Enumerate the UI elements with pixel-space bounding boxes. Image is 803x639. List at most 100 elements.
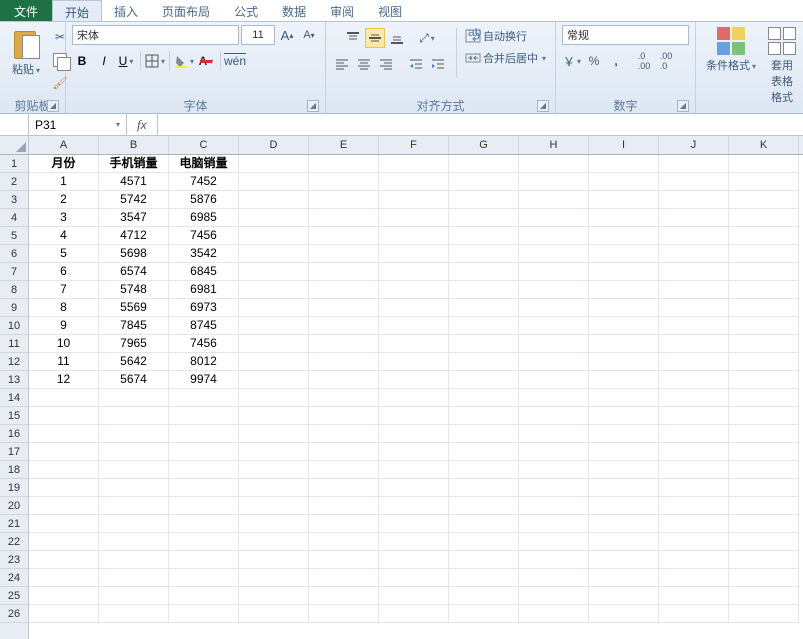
cell[interactable]: 3542 (169, 245, 239, 263)
cell[interactable]: 9 (29, 317, 99, 335)
cell[interactable] (99, 605, 169, 623)
cell[interactable] (29, 533, 99, 551)
cell[interactable] (379, 497, 449, 515)
cell[interactable] (239, 425, 309, 443)
cell[interactable] (309, 551, 379, 569)
cell[interactable]: 6574 (99, 263, 169, 281)
cell[interactable] (29, 605, 99, 623)
decrease-indent-button[interactable] (406, 54, 426, 74)
cell[interactable]: 4 (29, 227, 99, 245)
cell[interactable] (449, 407, 519, 425)
cell[interactable] (589, 407, 659, 425)
cell[interactable] (309, 263, 379, 281)
cell[interactable]: 11 (29, 353, 99, 371)
cell[interactable]: 6845 (169, 263, 239, 281)
cell[interactable]: 6973 (169, 299, 239, 317)
cell[interactable] (239, 443, 309, 461)
cell[interactable] (379, 461, 449, 479)
align-dialog-launcher[interactable]: ◢ (537, 100, 549, 112)
cell[interactable]: 1 (29, 173, 99, 191)
cell[interactable] (239, 245, 309, 263)
column-header[interactable]: D (239, 136, 309, 154)
cell[interactable]: 7456 (169, 335, 239, 353)
align-top-button[interactable] (343, 28, 363, 48)
cell[interactable] (519, 173, 589, 191)
cell[interactable] (729, 479, 799, 497)
cell[interactable] (309, 569, 379, 587)
cell[interactable] (239, 551, 309, 569)
tab-view[interactable]: 视图 (366, 0, 414, 21)
cell[interactable] (239, 479, 309, 497)
cell[interactable] (519, 407, 589, 425)
cell[interactable] (659, 569, 729, 587)
cell[interactable] (309, 281, 379, 299)
cell[interactable] (309, 479, 379, 497)
cell[interactable] (379, 551, 449, 569)
cell[interactable] (29, 497, 99, 515)
cell[interactable] (379, 569, 449, 587)
cell[interactable] (449, 461, 519, 479)
cell[interactable]: 12 (29, 371, 99, 389)
cell[interactable] (169, 407, 239, 425)
merge-center-button[interactable]: 合并后居中 (465, 50, 546, 66)
cell[interactable] (589, 443, 659, 461)
percent-button[interactable]: % (584, 51, 604, 71)
cell[interactable] (309, 425, 379, 443)
column-header[interactable]: B (99, 136, 169, 154)
cell[interactable] (239, 587, 309, 605)
cell[interactable] (449, 317, 519, 335)
cell[interactable] (659, 227, 729, 245)
tab-home[interactable]: 开始 (52, 0, 102, 21)
row-header[interactable]: 23 (0, 551, 28, 569)
cell[interactable] (449, 191, 519, 209)
cell[interactable] (99, 587, 169, 605)
cell[interactable] (589, 569, 659, 587)
cell[interactable] (729, 569, 799, 587)
cell[interactable] (729, 335, 799, 353)
bold-button[interactable]: B (72, 51, 92, 71)
cell[interactable] (169, 425, 239, 443)
cell[interactable] (449, 353, 519, 371)
cell[interactable] (99, 533, 169, 551)
cell[interactable] (309, 155, 379, 173)
row-header[interactable]: 6 (0, 245, 28, 263)
row-header[interactable]: 18 (0, 461, 28, 479)
row-header[interactable]: 13 (0, 371, 28, 389)
cell[interactable] (29, 569, 99, 587)
cell[interactable] (659, 407, 729, 425)
cell[interactable]: 7 (29, 281, 99, 299)
cell[interactable] (449, 569, 519, 587)
cell[interactable] (99, 515, 169, 533)
cell[interactable]: 5642 (99, 353, 169, 371)
cell[interactable]: 9974 (169, 371, 239, 389)
cell[interactable] (729, 209, 799, 227)
cell[interactable] (29, 407, 99, 425)
tab-insert[interactable]: 插入 (102, 0, 150, 21)
cell[interactable] (519, 425, 589, 443)
cell[interactable] (239, 605, 309, 623)
column-header[interactable]: E (309, 136, 379, 154)
cell[interactable] (449, 533, 519, 551)
cell[interactable] (659, 191, 729, 209)
cell[interactable] (379, 425, 449, 443)
row-header[interactable]: 20 (0, 497, 28, 515)
cell[interactable] (379, 515, 449, 533)
cell[interactable] (519, 335, 589, 353)
cell[interactable] (379, 353, 449, 371)
row-header[interactable]: 7 (0, 263, 28, 281)
cell[interactable]: 6985 (169, 209, 239, 227)
cell[interactable] (169, 479, 239, 497)
cell[interactable] (519, 353, 589, 371)
cell[interactable] (589, 371, 659, 389)
row-header[interactable]: 24 (0, 569, 28, 587)
cell[interactable] (659, 281, 729, 299)
cell[interactable] (589, 209, 659, 227)
cell[interactable] (379, 173, 449, 191)
increase-decimal-button[interactable]: .0.00 (634, 51, 654, 71)
format-as-table-button[interactable]: 套用 表格格式 (764, 25, 800, 107)
cell[interactable]: 6981 (169, 281, 239, 299)
cell[interactable] (379, 587, 449, 605)
cell[interactable] (659, 587, 729, 605)
cell[interactable] (449, 209, 519, 227)
wrap-text-button[interactable]: ab 自动换行 (465, 28, 527, 44)
